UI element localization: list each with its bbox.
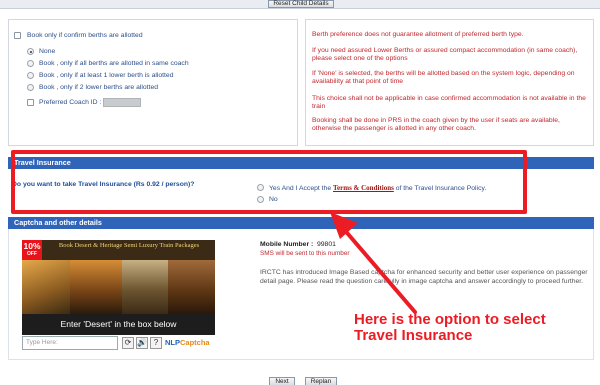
berth-note: If 'None' is selected, the berths will b… — [312, 70, 575, 85]
captcha-logo-text: Captcha — [180, 338, 210, 347]
replan-button[interactable]: Replan — [305, 377, 337, 385]
banner-photo — [168, 260, 215, 314]
preferred-coach-input[interactable] — [103, 98, 141, 107]
berth-option-two-lower-label: Book , only if 2 lower berths are allott… — [39, 84, 159, 91]
berth-note: Berth preference does not guarantee allo… — [312, 31, 524, 38]
banner-photo — [122, 260, 168, 314]
annotation-highlight-box — [11, 150, 527, 214]
discount-off-text: OFF — [27, 251, 37, 257]
berth-preference-panel: Book only if confirm berths are allotted… — [8, 19, 298, 146]
banner-photo — [70, 260, 122, 314]
annotation-arrow-icon — [330, 212, 417, 314]
berth-option-none-label: None — [39, 48, 56, 55]
berth-note: If you need assured Lower Berths or assu… — [312, 47, 578, 62]
captcha-ad-banner: 10% OFF Book Desert & Heritage Semi Luxu… — [22, 240, 215, 335]
confirm-berths-checkbox[interactable] — [14, 32, 21, 39]
berth-option-same-coach-radio[interactable] — [27, 60, 34, 67]
berth-note: This choice shall not be applicable in c… — [312, 95, 586, 110]
banner-photo — [22, 260, 70, 314]
discount-badge: 10% OFF — [22, 240, 42, 260]
banner-title: Book Desert & Heritage Semi Luxury Train… — [58, 242, 200, 249]
top-toolbar: Reset Child Details — [0, 0, 600, 9]
nlp-logo-text: NLP — [165, 338, 180, 347]
refresh-icon[interactable]: ⟳ — [122, 337, 134, 349]
captcha-instruction: Enter 'Desert' in the box below — [22, 314, 215, 335]
preferred-coach-label: Preferred Coach ID : — [39, 99, 102, 106]
captcha-input[interactable]: Type Here: — [22, 336, 118, 350]
annotation-line-1: Here is the option to select — [354, 311, 546, 328]
discount-percent: 10% — [23, 241, 41, 251]
annotation-line-2: Travel Insurance — [354, 327, 473, 344]
help-icon[interactable]: ? — [150, 337, 162, 349]
berth-option-one-lower-label: Book , only if at least 1 lower berth is… — [39, 72, 174, 79]
berth-notes-panel: Berth preference does not guarantee allo… — [305, 19, 594, 146]
berth-option-none-radio[interactable] — [27, 48, 34, 55]
preferred-coach-checkbox[interactable] — [27, 99, 34, 106]
nlpcaptcha-logo: NLPCaptcha — [165, 337, 215, 349]
mobile-number-label: Mobile Number : — [260, 241, 314, 248]
berth-note: Booking shall be done in PRS in the coac… — [312, 117, 560, 132]
berth-option-same-coach-label: Book , only if all berths are allotted i… — [39, 60, 189, 67]
berth-option-one-lower-radio[interactable] — [27, 72, 34, 79]
confirm-berths-label: Book only if confirm berths are allotted — [27, 32, 143, 39]
next-button[interactable]: Next — [269, 377, 295, 385]
annotation-text: Here is the option to select Travel Insu… — [354, 312, 546, 344]
audio-icon[interactable]: 🔊 — [136, 337, 148, 349]
reset-child-details-button[interactable]: Reset Child Details — [268, 0, 334, 8]
berth-option-two-lower-radio[interactable] — [27, 84, 34, 91]
